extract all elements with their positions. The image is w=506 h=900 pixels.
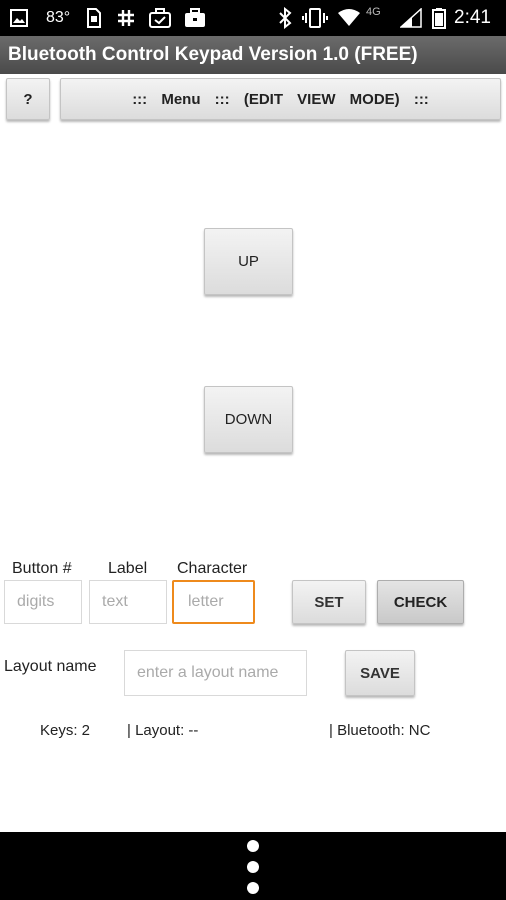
button-number-input[interactable]: digits: [4, 580, 82, 624]
bluetooth-icon: [279, 7, 292, 29]
layout-name-input[interactable]: enter a layout name: [124, 650, 307, 696]
keys-count-text: Keys: 2: [40, 722, 91, 739]
character-input[interactable]: letter: [172, 580, 255, 624]
vibrate-icon: [302, 8, 328, 28]
sim-card-icon: [87, 8, 101, 28]
app-title-bar: Bluetooth Control Keypad Version 1.0 (FR…: [0, 36, 506, 74]
briefcase-icon: [185, 8, 205, 27]
button-number-label: Button #: [12, 560, 72, 577]
save-button[interactable]: SAVE: [345, 650, 415, 696]
keypad-button-up[interactable]: UP: [204, 228, 293, 295]
briefcase-check-icon: [149, 8, 171, 28]
menu-button[interactable]: ::: Menu ::: (EDIT VIEW MODE) :::: [60, 78, 501, 120]
navigation-bar: [0, 832, 506, 900]
layout-name-label: Layout name: [4, 658, 97, 675]
temperature-text: 83°: [46, 9, 71, 26]
character-label: Character: [177, 560, 248, 577]
check-button[interactable]: CHECK: [377, 580, 464, 624]
clock-text: 2:41: [454, 7, 491, 28]
label-label: Label: [108, 560, 148, 577]
hashtag-icon: [118, 10, 134, 26]
app-title: Bluetooth Control Keypad Version 1.0 (FR…: [8, 44, 418, 65]
set-button[interactable]: SET: [292, 580, 366, 624]
overflow-menu-icon[interactable]: [235, 832, 271, 900]
label-input[interactable]: text: [89, 580, 167, 624]
image-icon: [10, 9, 28, 27]
help-button[interactable]: ?: [6, 78, 50, 120]
wifi-icon: [338, 9, 360, 26]
layout-status-text: | Layout: --: [127, 722, 199, 739]
signal-icon: [400, 8, 422, 28]
battery-icon: [432, 8, 446, 29]
status-bar: 83° 4G 2:41: [0, 0, 506, 36]
keypad-button-down[interactable]: DOWN: [204, 386, 293, 453]
network-type-text: 4G: [366, 6, 381, 18]
bluetooth-status-text: | Bluetooth: NC: [329, 722, 431, 739]
